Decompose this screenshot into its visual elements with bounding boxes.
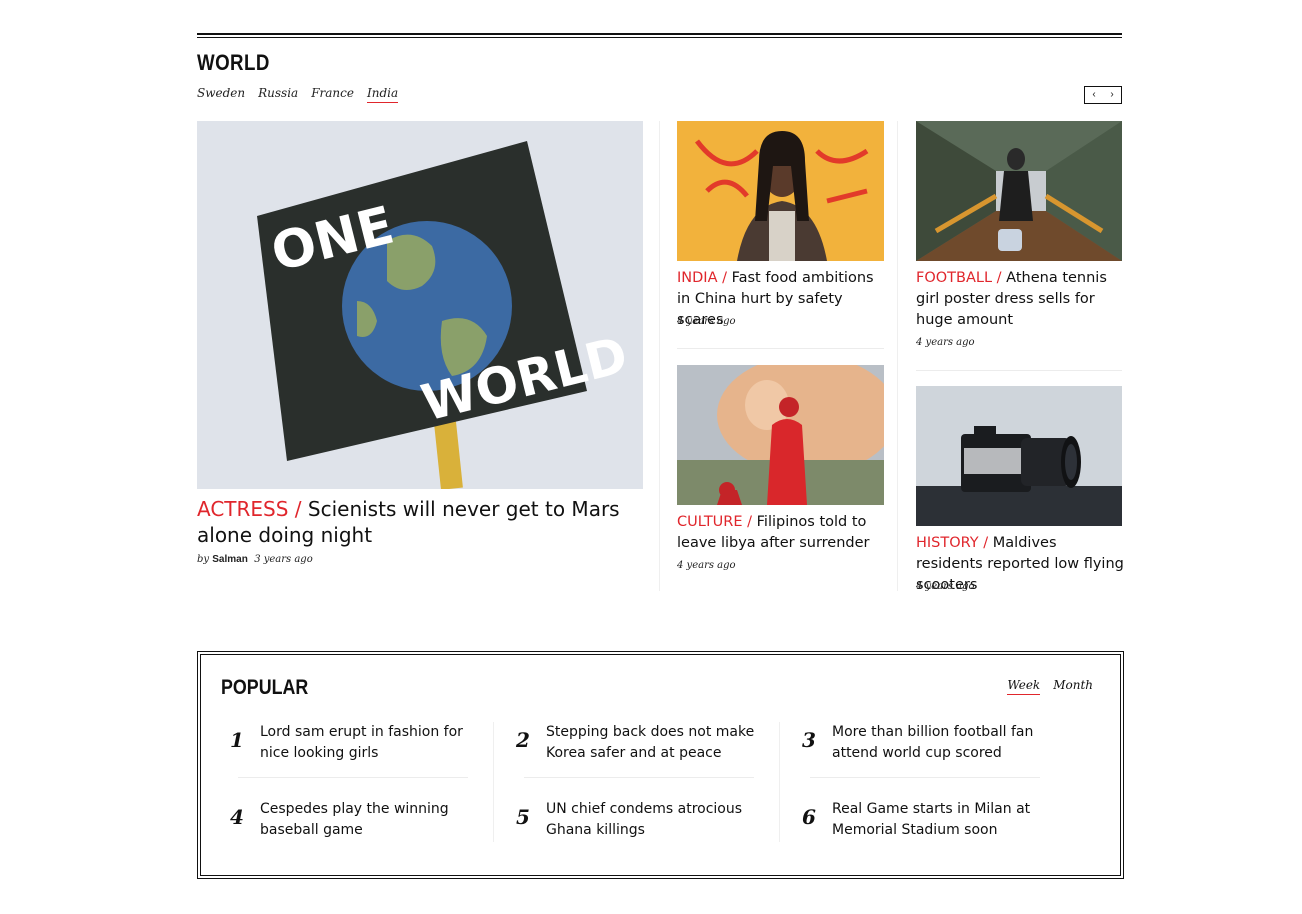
protest-sign-image: ONE WORLD (197, 121, 643, 489)
card-time-culture: 4 years ago (677, 560, 736, 571)
item-divider (524, 777, 754, 778)
item-divider (810, 777, 1040, 778)
category-separator: / (742, 514, 757, 530)
card-time-history: 4 years ago (916, 581, 975, 592)
card-divider (916, 370, 1122, 371)
popular-headline[interactable]: Stepping back does not make Korea safer … (546, 722, 756, 764)
popular-headline[interactable]: Real Game starts in Milan at Memorial St… (832, 799, 1042, 841)
card-category-india[interactable]: INDIA (677, 270, 717, 286)
main-story-image[interactable]: ONE WORLD (197, 121, 643, 489)
category-separator: / (288, 497, 308, 521)
card-category-culture[interactable]: CULTURE (677, 514, 743, 530)
item-divider (238, 777, 468, 778)
world-filters: Sweden Russia France India (197, 86, 399, 103)
card-category-football[interactable]: FOOTBALL (916, 270, 992, 286)
popular-rank: 3 (802, 728, 816, 752)
author-name[interactable]: Salman (212, 554, 248, 565)
main-story-headline[interactable]: ACTRESS / Scienists will never get to Ma… (197, 496, 643, 548)
popular-inner-border (200, 654, 1121, 876)
column-divider (659, 121, 660, 591)
camera-image (916, 386, 1122, 526)
card-category-history[interactable]: HISTORY (916, 535, 979, 551)
card-headline-culture[interactable]: CULTURE / Filipinos told to leave libya … (677, 512, 887, 554)
column-divider (779, 722, 780, 842)
popular-rank: 5 (516, 805, 530, 829)
tab-week[interactable]: Week (1007, 678, 1041, 695)
card-image-football[interactable] (916, 121, 1122, 261)
card-time-india: 4 years ago (677, 316, 736, 327)
popular-tabs: Week Month (1007, 678, 1093, 695)
section-title-popular: POPULAR (221, 676, 309, 699)
popular-section: POPULAR Week Month 1 Lord sam erupt in f… (197, 651, 1124, 879)
woman-portrait-image (677, 121, 884, 261)
popular-headline[interactable]: More than billion football fan attend wo… (832, 722, 1042, 764)
byline-prefix: by (197, 554, 210, 565)
card-time-football: 4 years ago (916, 337, 975, 348)
card-image-india[interactable] (677, 121, 884, 261)
card-image-culture[interactable] (677, 365, 884, 505)
section-title-world: WORLD (197, 50, 270, 75)
next-arrow-icon[interactable]: › (1110, 90, 1113, 100)
popular-rank: 6 (802, 805, 816, 829)
main-story-meta: by Salman 3 years ago (197, 554, 313, 565)
card-headline-football[interactable]: FOOTBALL / Athena tennis girl poster dre… (916, 268, 1126, 331)
card-image-history[interactable] (916, 386, 1122, 526)
popular-headline[interactable]: Cespedes play the winning baseball game (260, 799, 470, 841)
category-separator: / (992, 270, 1007, 286)
column-divider (897, 121, 898, 591)
section-top-rule (197, 33, 1122, 38)
filter-russia[interactable]: Russia (258, 86, 298, 103)
corridor-girl-image (916, 121, 1122, 261)
column-divider (493, 722, 494, 842)
tab-month[interactable]: Month (1053, 678, 1093, 695)
popular-rank: 2 (516, 728, 530, 752)
filter-france[interactable]: France (311, 86, 354, 103)
main-story-category[interactable]: ACTRESS (197, 497, 288, 521)
filter-sweden[interactable]: Sweden (197, 86, 245, 103)
slider-pager: ‹ › (1084, 86, 1122, 104)
filter-india[interactable]: India (366, 86, 399, 103)
popular-rank: 4 (230, 805, 244, 829)
category-separator: / (717, 270, 732, 286)
category-separator: / (978, 535, 993, 551)
popular-rank: 1 (230, 728, 244, 752)
popular-headline[interactable]: UN chief condems atrocious Ghana killing… (546, 799, 756, 841)
story-time: 3 years ago (254, 554, 313, 565)
card-divider (677, 348, 884, 349)
popular-headline[interactable]: Lord sam erupt in fashion for nice looki… (260, 722, 470, 764)
balloon-crowd-image (677, 365, 884, 505)
prev-arrow-icon[interactable]: ‹ (1092, 90, 1095, 100)
